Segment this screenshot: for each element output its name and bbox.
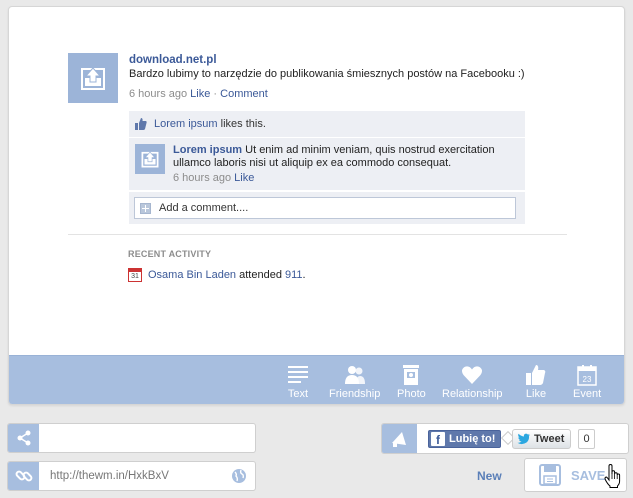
floppy-disk-icon: [539, 464, 561, 486]
add-icon: [140, 202, 151, 214]
post-preview-card: download.net.pl Bardzo lubimy to narzędz…: [8, 6, 625, 405]
link-icon: [15, 470, 32, 482]
activity-verb: attended: [236, 269, 285, 281]
add-comment-area: Add a comment....: [129, 192, 525, 224]
post-meta: 6 hours ago Like · Comment: [129, 87, 549, 101]
post-body: download.net.pl Bardzo lubimy to narzędz…: [129, 53, 549, 101]
toolbar-relationship-label: Relationship: [442, 388, 503, 400]
tweet-label: Tweet: [534, 433, 565, 445]
post-time: 6 hours ago: [129, 88, 188, 100]
heart-icon: [462, 366, 483, 384]
toolbar-event-label: Event: [573, 388, 602, 400]
tweet-button[interactable]: Tweet: [512, 429, 572, 449]
toolbar-calendar-day: 23: [583, 375, 592, 384]
toolbar-photo-button[interactable]: Photo: [397, 364, 426, 400]
share-icon: [17, 430, 30, 446]
thumbs-up-icon: [135, 118, 147, 130]
share-field: [7, 423, 256, 453]
comment-like-link[interactable]: Like: [234, 172, 254, 184]
calendar-icon: 31: [128, 268, 142, 282]
share-button[interactable]: [8, 424, 39, 452]
thumbs-up-icon: [526, 365, 546, 385]
activity-end: .: [302, 269, 306, 281]
toolbar-relationship-button[interactable]: Relationship: [442, 364, 503, 400]
post-type-toolbar: Text Friendship Photo Relationship Like …: [9, 355, 624, 404]
toolbar-like-button[interactable]: Like: [525, 364, 547, 400]
section-divider: [68, 234, 567, 235]
add-comment-placeholder: Add a comment....: [159, 202, 249, 214]
photo-icon: [403, 365, 420, 385]
new-button[interactable]: New: [477, 469, 502, 483]
toolbar-friendship-label: Friendship: [329, 388, 381, 400]
comment-body: Lorem ipsum Ut enim ad minim veniam, qui…: [173, 144, 518, 185]
toolbar-like-label: Like: [525, 388, 547, 400]
upload-icon: [81, 67, 105, 90]
comment-item: Lorem ipsum Ut enim ad minim veniam, qui…: [129, 138, 525, 190]
post-comment-link[interactable]: Comment: [220, 88, 268, 100]
twitter-bird-icon: [517, 433, 530, 445]
calendar-day: 31: [131, 273, 139, 280]
post-like-link[interactable]: Like: [190, 88, 210, 100]
add-comment-input[interactable]: Add a comment....: [134, 197, 516, 219]
comment-time: 6 hours ago: [173, 172, 232, 184]
short-url-value[interactable]: http://thewm.in/HxkBxV: [50, 470, 169, 482]
link-button[interactable]: [8, 462, 39, 490]
comment-meta: 6 hours ago Like: [173, 172, 518, 185]
save-label: SAVE: [571, 467, 606, 483]
post-author-link[interactable]: download.net.pl: [129, 53, 549, 67]
toolbar-photo-label: Photo: [397, 388, 426, 400]
likes-summary: Lorem ipsum likes this.: [129, 111, 525, 137]
toolbar-text-label: Text: [287, 388, 309, 400]
share-input[interactable]: [48, 432, 248, 446]
friendship-icon: [344, 366, 365, 384]
comment-avatar: [135, 144, 165, 174]
toolbar-text-button[interactable]: Text: [287, 364, 309, 400]
globe-icon[interactable]: [231, 468, 247, 484]
short-url-field: http://thewm.in/HxkBxV: [7, 461, 256, 491]
tweet-count: 0: [578, 429, 595, 449]
toolbar-event-button[interactable]: 23 Event: [573, 364, 601, 400]
recent-activity-heading: RECENT ACTIVITY: [128, 249, 212, 259]
likes-suffix: likes this.: [217, 118, 266, 130]
recent-activity-item: 31 Osama Bin Laden attended 911.: [128, 268, 306, 282]
megaphone-icon: [391, 431, 406, 447]
toolbar-friendship-button[interactable]: Friendship: [329, 364, 380, 400]
activity-event-link[interactable]: 911: [285, 269, 303, 281]
text-icon: [288, 366, 308, 383]
megaphone-button[interactable]: [382, 424, 417, 453]
hand-cursor-icon: [604, 464, 621, 488]
liker-name-link[interactable]: Lorem ipsum: [154, 118, 218, 130]
meta-separator: ·: [210, 88, 221, 100]
facebook-icon: f: [431, 432, 445, 446]
calendar-icon: 23: [577, 365, 597, 386]
facebook-like-button[interactable]: f Lubię to!: [428, 430, 502, 448]
activity-person-link[interactable]: Osama Bin Laden: [148, 269, 236, 281]
post-text: Bardzo lubimy to narzędzie do publikowan…: [129, 68, 525, 80]
comment-author-link[interactable]: Lorem ipsum: [173, 144, 242, 156]
post-avatar: [68, 53, 118, 103]
facebook-like-label: Lubię to!: [449, 433, 496, 445]
upload-icon: [141, 151, 159, 168]
social-share-bar: f Lubię to! Tweet 0: [381, 423, 629, 454]
